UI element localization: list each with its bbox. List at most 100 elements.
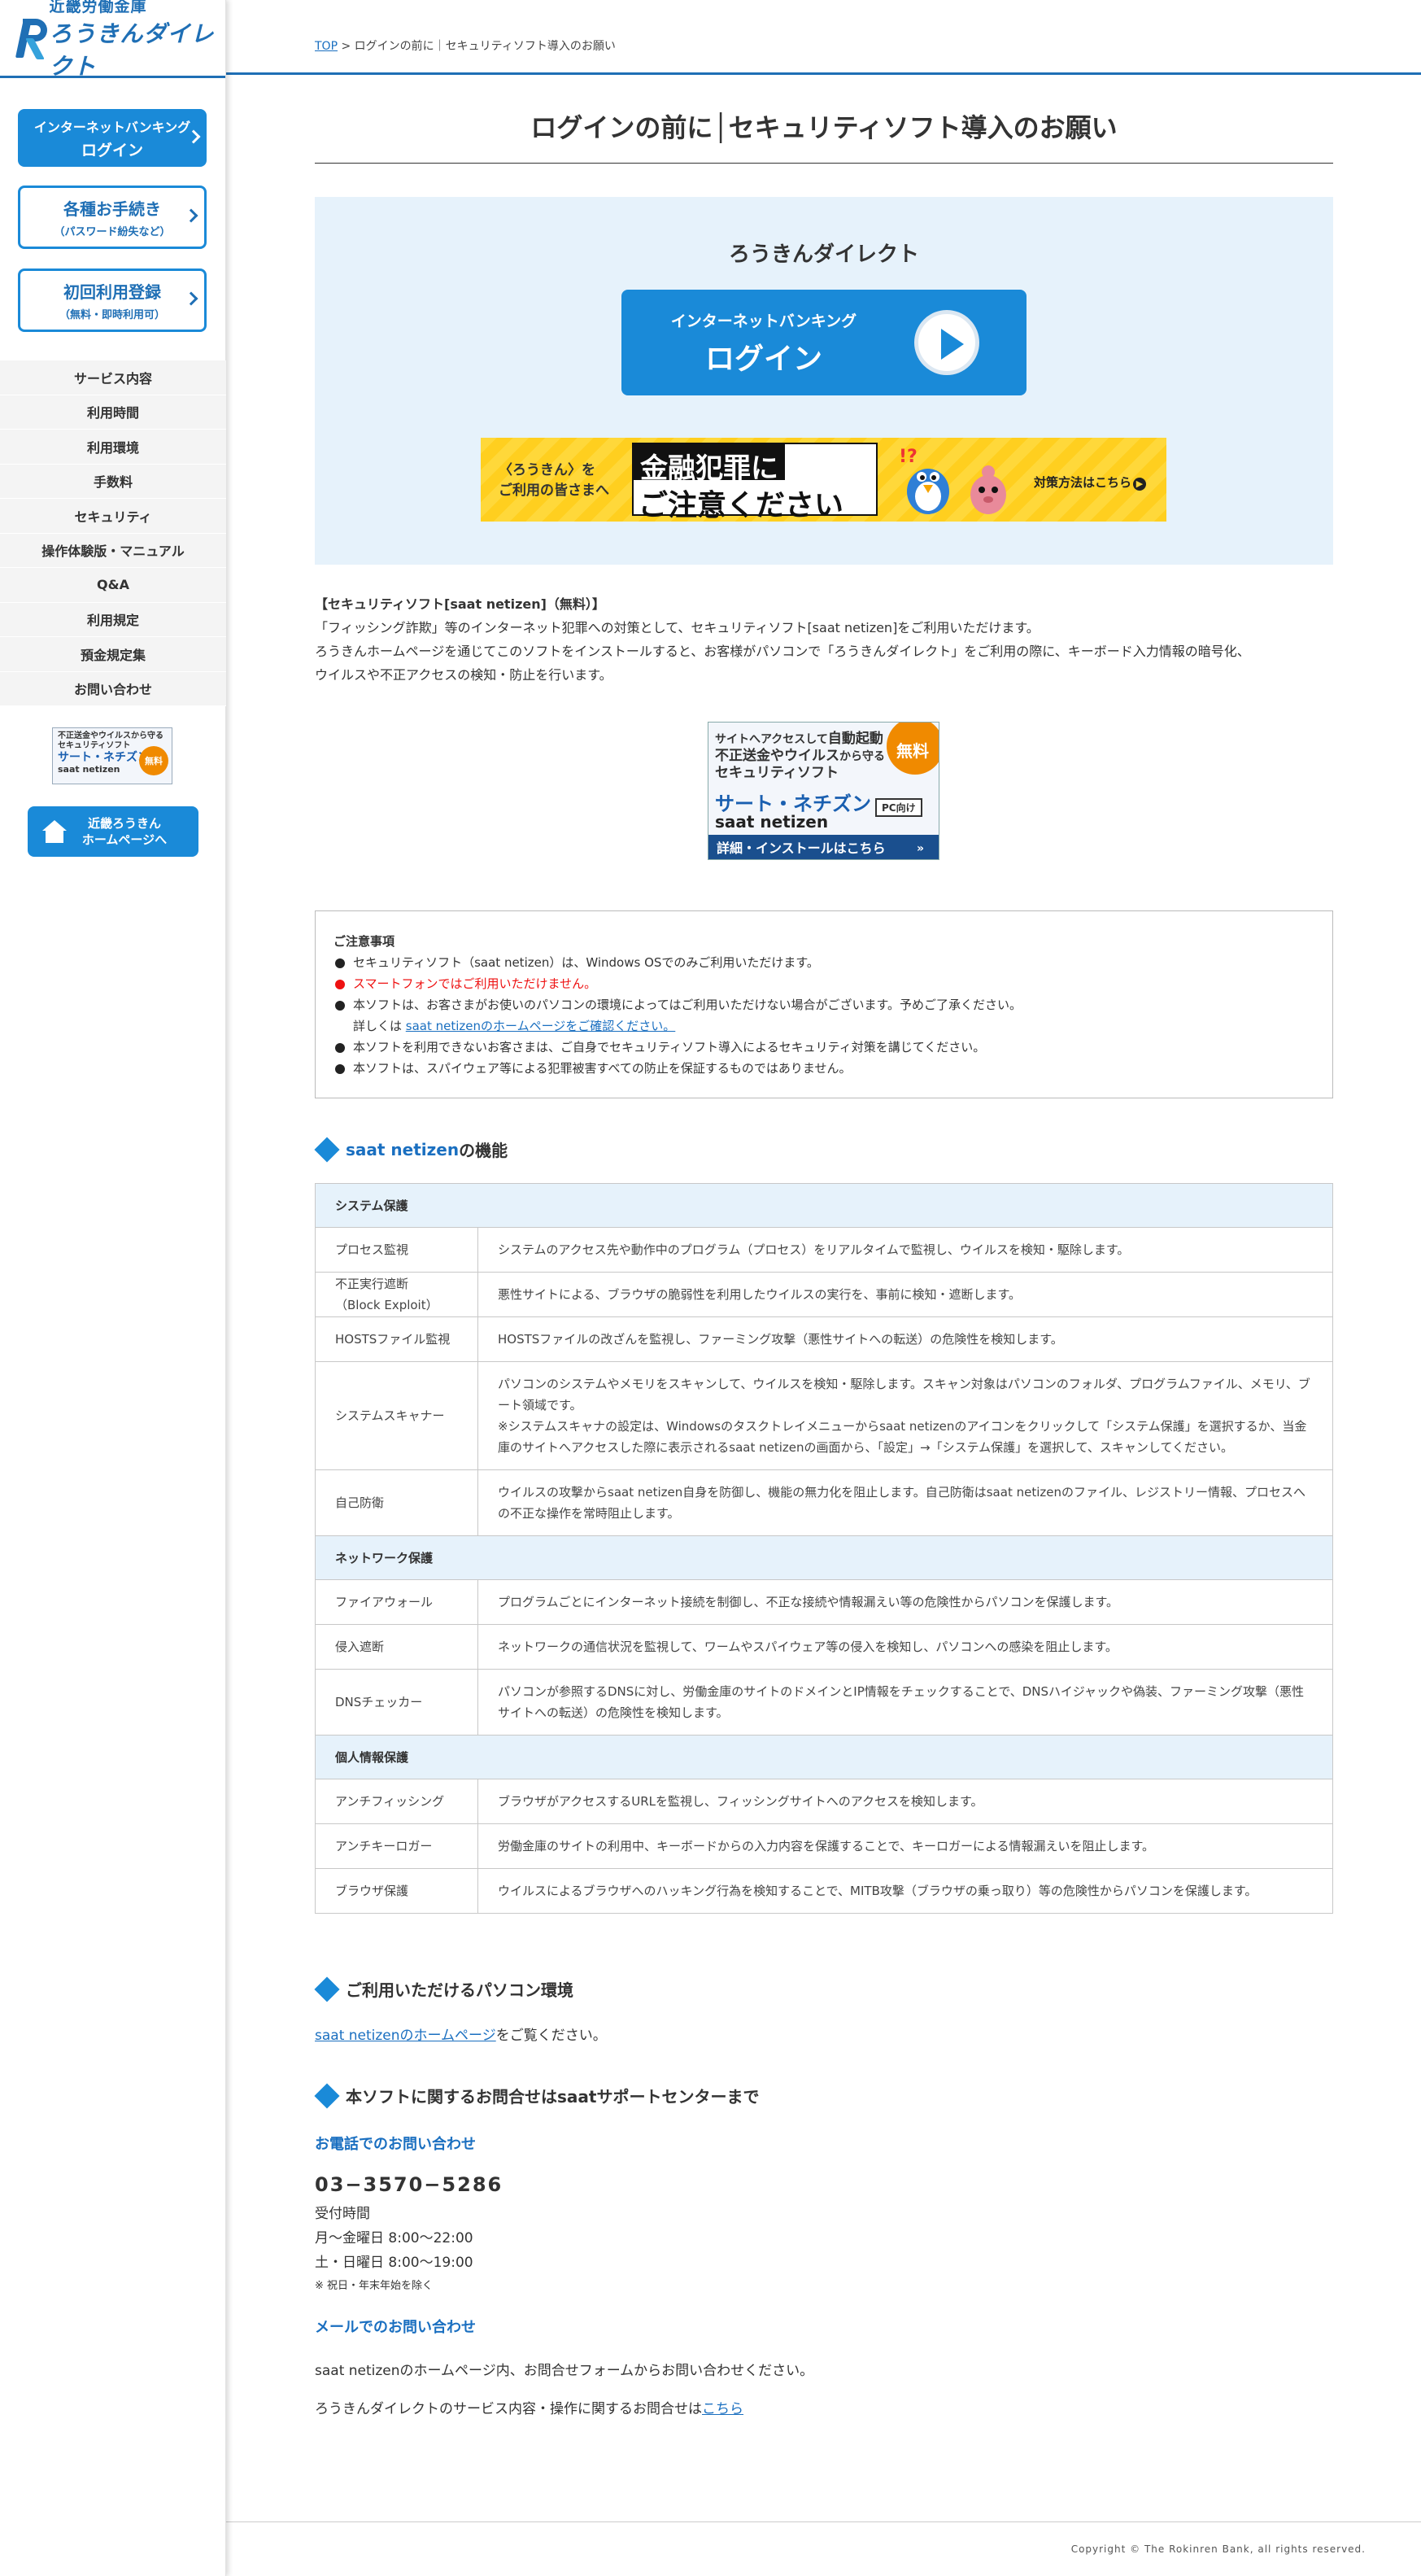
sidebar-item-fees[interactable]: 手数料 bbox=[0, 465, 226, 499]
feature-description: 労働金庫のサイトの利用中、キーボードからの入力内容を保護することで、キーロガーに… bbox=[477, 1823, 1333, 1869]
login-panel: ろうきんダイレクト インターネットバンキング ログイン 〈ろうきん〉を ご利用の… bbox=[315, 197, 1333, 565]
saat-netizen-banner[interactable]: サイトへアクセスして自動起動 不正送金やウイルスから守る セキュリティソフト サ… bbox=[708, 722, 939, 860]
feature-name: アンチフィッシング bbox=[315, 1779, 478, 1824]
reception-hours: 受付時間 月～金曜日 8:00～22:00 土・日曜日 8:00～19:00 ※… bbox=[315, 2202, 473, 2298]
table-row: ブラウザ保護 ウイルスによるブラウザへのハッキング行為を検知することで、MITB攻… bbox=[315, 1868, 1333, 1914]
saat-banner-install-link[interactable]: 詳細・インストールはこちら » bbox=[708, 835, 939, 859]
notes-item: セキュリティソフト（saat netizen）は、Windows OSでのみご利… bbox=[333, 952, 1314, 973]
feature-description: ウイルスの攻撃からsaat netizen自身を防御し、機能の無力化を阻止します… bbox=[477, 1469, 1333, 1536]
sidebar-item-service[interactable]: サービス内容 bbox=[0, 360, 226, 395]
sidebar-login-line1: インターネットバンキング bbox=[33, 119, 191, 135]
diamond-icon bbox=[314, 2082, 340, 2109]
features-table: システム保護 プロセス監視 システムのアクセス先や動作中のプログラム（プロセス）をリ… bbox=[315, 1183, 1333, 1914]
sidebar-item-contact[interactable]: お問い合わせ bbox=[0, 672, 226, 706]
feature-category-row: ネットワーク保護 bbox=[315, 1535, 1333, 1580]
feature-description: ブラウザがアクセスするURLを監視し、フィッシングサイトへのアクセスを検知します… bbox=[477, 1779, 1333, 1824]
mail-contact-text: saat netizenのホームページ内、お問合せフォームからお問い合わせくださ… bbox=[315, 2363, 814, 2379]
table-row: プロセス監視 システムのアクセス先や動作中のプログラム（プロセス）をリアルタイムで… bbox=[315, 1227, 1333, 1273]
feature-name: HOSTSファイル監視 bbox=[315, 1316, 478, 1362]
table-row: 不正実行遮断 （Block Exploit） 悪性サイトによる、ブラウザの脆弱性を… bbox=[315, 1272, 1333, 1317]
feature-description: ウイルスによるブラウザへのハッキング行為を検知することで、MITB攻撃（ブラウザ… bbox=[477, 1868, 1333, 1914]
fraud-warning-banner[interactable]: 〈ろうきん〉を ご利用の皆さまへ 金融犯罪に ご注意ください !? 対策方法はこ… bbox=[481, 438, 1166, 522]
sidebar-procedures-line2: （パスワード紛失など） bbox=[54, 226, 171, 238]
env-suffix: をご覧ください。 bbox=[495, 2028, 607, 2044]
logo[interactable]: 近畿労働金庫 ろうきんダイレクト bbox=[0, 0, 225, 80]
feature-description: パソコンのシステムやメモリをスキャンして、ウイルスを検知・駆除します。スキャン対… bbox=[477, 1361, 1333, 1470]
table-row: アンチキーロガー 労働金庫のサイトの利用中、キーボードからの入力内容を保護すること… bbox=[315, 1823, 1333, 1869]
feature-category: ネットワーク保護 bbox=[315, 1535, 1333, 1580]
table-row: システムスキャナー パソコンのシステムやメモリをスキャンして、ウイルスを検知・駆除… bbox=[315, 1361, 1333, 1470]
saat-banner-text-d: から守る bbox=[839, 750, 885, 763]
fraud-banner-more-link[interactable]: 対策方法はこちら ▶ bbox=[1034, 474, 1147, 491]
top-bar: TOP > ログインの前に｜セキュリティソフト導入のお願い bbox=[226, 0, 1421, 75]
sidebar-item-manual[interactable]: 操作体験版・マニュアル bbox=[0, 534, 226, 568]
saat-homepage-env-link[interactable]: saat netizenのホームページ bbox=[315, 2028, 496, 2044]
saat-homepage-link[interactable]: saat netizenのホームページをご確認ください。 bbox=[406, 1019, 676, 1033]
breadcrumb-top-link[interactable]: TOP bbox=[315, 40, 338, 53]
env-heading-text: ご利用いただけるパソコン環境 bbox=[346, 1980, 573, 2000]
sidebar-menu: サービス内容 利用時間 利用環境 手数料 セキュリティ 操作体験版・マニュアル … bbox=[0, 360, 226, 706]
svg-text:!?: !? bbox=[899, 447, 918, 467]
mail-contact-heading: メールでのお問い合わせ bbox=[315, 2319, 476, 2336]
logo-title: ろうきんダイレクト bbox=[49, 20, 215, 80]
footer-divider bbox=[226, 2521, 1421, 2522]
feature-description: システムのアクセス先や動作中のプログラム（プロセス）をリアルタイムで監視し、ウイ… bbox=[477, 1227, 1333, 1273]
sidebar-item-deposit-rules[interactable]: 預金規定集 bbox=[0, 637, 226, 672]
intro-heading: 【セキュリティソフト[saat netizen]（無料）】 bbox=[315, 596, 605, 612]
logo-mark-icon bbox=[15, 17, 47, 59]
features-heading: saat netizen の機能 bbox=[314, 1136, 508, 1163]
sidebar-saat-banner[interactable]: 不正送金やウイルスから守る セキュリティソフト サート・ネチズン saat ne… bbox=[52, 727, 172, 784]
env-text: saat netizenのホームページをご覧ください。 bbox=[315, 2024, 607, 2044]
copyright: Copyright © The Rokinren Bank, all right… bbox=[1070, 2543, 1366, 2555]
home-icon bbox=[42, 820, 67, 843]
sidebar-procedures-button[interactable]: 各種お手続き （パスワード紛失など） bbox=[18, 186, 207, 249]
phone-contact-heading: お電話でのお問い合わせ bbox=[315, 2136, 476, 2153]
saat-banner-install-text: 詳細・インストールはこちら bbox=[717, 840, 886, 856]
sidebar-register-line1: 初回利用登録 bbox=[63, 282, 161, 302]
table-row: ファイアウォール プログラムごとにインターネット接続を制御し、不正な接続や情報漏え… bbox=[315, 1579, 1333, 1625]
intro-paragraph3: ウイルスや不正アクセスの検知・防止を行います。 bbox=[315, 667, 612, 683]
saat-banner-text-e: セキュリティソフト bbox=[715, 765, 839, 781]
feature-name: 不正実行遮断 （Block Exploit） bbox=[315, 1272, 478, 1317]
sidebar-item-terms[interactable]: 利用規定 bbox=[0, 603, 226, 637]
notes-item-warning: スマートフォンではご利用いただけません。 bbox=[333, 973, 1314, 994]
pc-badge: PC向け bbox=[875, 798, 922, 817]
breadcrumb-current: ログインの前に｜セキュリティソフト導入のお願い bbox=[354, 40, 616, 53]
intro-section: 【セキュリティソフト[saat netizen]（無料）】 「フィッシング詐欺」… bbox=[315, 592, 1333, 687]
homepage-line1: 近畿ろうきん bbox=[87, 816, 161, 831]
saat-banner-text-a: サイトへアクセスして bbox=[715, 733, 828, 746]
login-button[interactable]: インターネットバンキング ログイン bbox=[621, 290, 1027, 395]
fraud-banner-more-text: 対策方法はこちら bbox=[1034, 475, 1132, 490]
sidebar-item-qa[interactable]: Q&A bbox=[0, 568, 226, 603]
table-row: アンチフィッシング ブラウザがアクセスするURLを監視し、フィッシングサイトへのア… bbox=[315, 1779, 1333, 1824]
sidebar-item-environment[interactable]: 利用環境 bbox=[0, 430, 226, 465]
feature-name: プロセス監視 bbox=[315, 1227, 478, 1273]
table-row: HOSTSファイル監視 HOSTSファイルの改ざんを監視し、ファーミング攻撃（悪性… bbox=[315, 1316, 1333, 1362]
saat-banner-text-c: 不正送金やウイルス bbox=[715, 748, 839, 764]
chevron-right-icon bbox=[184, 208, 198, 223]
saat-banner-text-b: 自動起動 bbox=[827, 731, 883, 747]
homepage-line2: ホームページへ bbox=[81, 832, 168, 847]
sidebar: 近畿労働金庫 ろうきんダイレクト インターネットバンキング ログイン 各種お手続… bbox=[0, 0, 226, 2576]
sidebar-login-button[interactable]: インターネットバンキング ログイン bbox=[18, 109, 207, 167]
features-heading-blue: saat netizen bbox=[346, 1139, 460, 1159]
service-contact-link[interactable]: こちら bbox=[702, 2401, 743, 2417]
hours-weekday: 月～金曜日 8:00～22:00 bbox=[315, 2230, 473, 2246]
feature-name: アンチキーロガー bbox=[315, 1823, 478, 1869]
feature-description: ネットワークの通信状況を監視して、ワームやスパイウェア等の侵入を検知し、パソコン… bbox=[477, 1624, 1333, 1670]
sidebar-item-security[interactable]: セキュリティ bbox=[0, 499, 226, 534]
contact-heading: 本ソフトに関するお問合せはsaatサポートセンターまで bbox=[314, 2082, 759, 2109]
feature-description: 悪性サイトによる、ブラウザの脆弱性を利用したウイルスの実行を、事前に検知・遮断し… bbox=[477, 1272, 1333, 1317]
bird-mascot-icon: !? bbox=[899, 447, 949, 514]
character-mascot-icon bbox=[970, 465, 1006, 514]
breadcrumb: TOP > ログインの前に｜セキュリティソフト導入のお願い bbox=[315, 37, 616, 54]
notes-title: ご注意事項 bbox=[333, 934, 395, 949]
sidebar-item-hours[interactable]: 利用時間 bbox=[0, 395, 226, 430]
fraud-banner-headline2: ご注意ください bbox=[639, 489, 844, 522]
sidebar-register-button[interactable]: 初回利用登録 （無料・即時利用可） bbox=[18, 269, 207, 332]
page-title: ログインの前に│セキュリティソフト導入のお願い bbox=[315, 107, 1333, 164]
homepage-button[interactable]: 近畿ろうきん ホームページへ bbox=[28, 806, 198, 857]
login-button-line1: インターネットバンキング bbox=[670, 312, 857, 330]
notes-item: 本ソフトは、お客さまがお使いのパソコンの環境によってはご利用いただけない場合がご… bbox=[333, 994, 1314, 1015]
sidebar-login-line2: ログイン bbox=[81, 141, 143, 159]
